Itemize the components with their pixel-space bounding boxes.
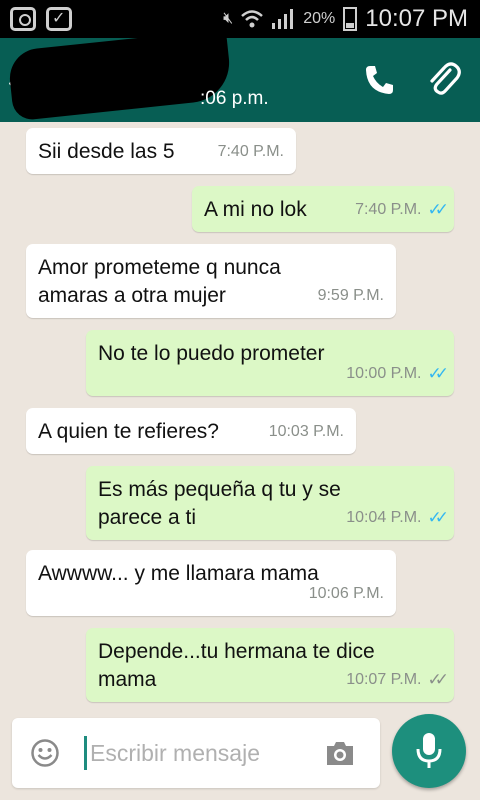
paperclip-icon[interactable] (426, 60, 462, 98)
camera-icon[interactable] (324, 738, 356, 768)
read-ticks-icon: ✓✓ (427, 364, 449, 383)
text-cursor (84, 736, 87, 770)
instagram-icon (10, 7, 36, 31)
message-bubble[interactable]: Amor prometeme q nunca amaras a otra muj… (26, 244, 396, 318)
last-seen-time: :06 p.m. (200, 88, 269, 109)
message-time: 10:07 P.M. (346, 671, 422, 688)
message-text: Awwww... y me llamara mama (38, 562, 319, 585)
message-time: 10:04 P.M. (346, 509, 422, 526)
delivered-ticks-icon: ✓✓ (427, 670, 449, 689)
message-time: 7:40 P.M. (355, 201, 422, 218)
phone-icon[interactable] (362, 62, 398, 98)
status-clock: 10:07 PM (365, 5, 468, 32)
emoji-icon[interactable] (30, 738, 60, 768)
message-text: Amor prometeme q nunca amaras a otra muj… (38, 256, 281, 307)
message-text: Es más pequeña q tu y se parece a ti (98, 478, 341, 529)
message-bubble[interactable]: A mi no lok 7:40 P.M. ✓✓ (192, 186, 454, 232)
chat-header: ‹ :06 p.m. (0, 28, 480, 122)
message-bubble[interactable]: A quien te refieres? 10:03 P.M. (26, 408, 356, 454)
message-time: 10:00 P.M. (346, 365, 422, 382)
message-bubble[interactable]: Depende...tu hermana te dice mama 10:07 … (86, 628, 454, 702)
message-bubble[interactable]: Awwww... y me llamara mama 10:06 P.M. (26, 550, 396, 616)
battery-icon (343, 7, 358, 31)
message-text: A quien te refieres? (38, 420, 219, 443)
message-time: 7:40 P.M. (217, 143, 284, 160)
message-text: Depende...tu hermana te dice mama (98, 640, 375, 691)
message-input[interactable] (90, 734, 320, 772)
message-text: No te lo puedo prometer (98, 342, 325, 365)
read-ticks-icon: ✓✓ (427, 508, 449, 527)
message-bubble[interactable]: Sii desde las 5 7:40 P.M. (26, 128, 296, 174)
message-text: Sii desde las 5 (38, 140, 175, 163)
battery-percent: 20% (303, 10, 336, 27)
briefcase-check-icon (46, 7, 72, 31)
mic-button[interactable] (392, 714, 466, 788)
message-text: A mi no lok (204, 198, 307, 221)
mute-icon: 🔇︎ (223, 10, 234, 27)
message-bubble[interactable]: No te lo puedo prometer 10:00 P.M. ✓✓ (86, 330, 454, 396)
message-time: 10:03 P.M. (268, 423, 344, 440)
signal-icon (272, 9, 294, 29)
read-ticks-icon: ✓✓ (427, 200, 449, 219)
message-bubble[interactable]: Es más pequeña q tu y se parece a ti 10:… (86, 466, 454, 540)
message-composer (12, 718, 380, 788)
message-time: 9:59 P.M. (317, 287, 384, 304)
wifi-icon (241, 10, 264, 28)
message-list[interactable]: Sii desde las 5 7:40 P.M. A mi no lok 7:… (0, 122, 480, 716)
mic-icon (416, 733, 442, 768)
status-bar: 🔇︎ 20% 10:07 PM (0, 0, 480, 38)
message-time: 10:06 P.M. (308, 585, 384, 602)
